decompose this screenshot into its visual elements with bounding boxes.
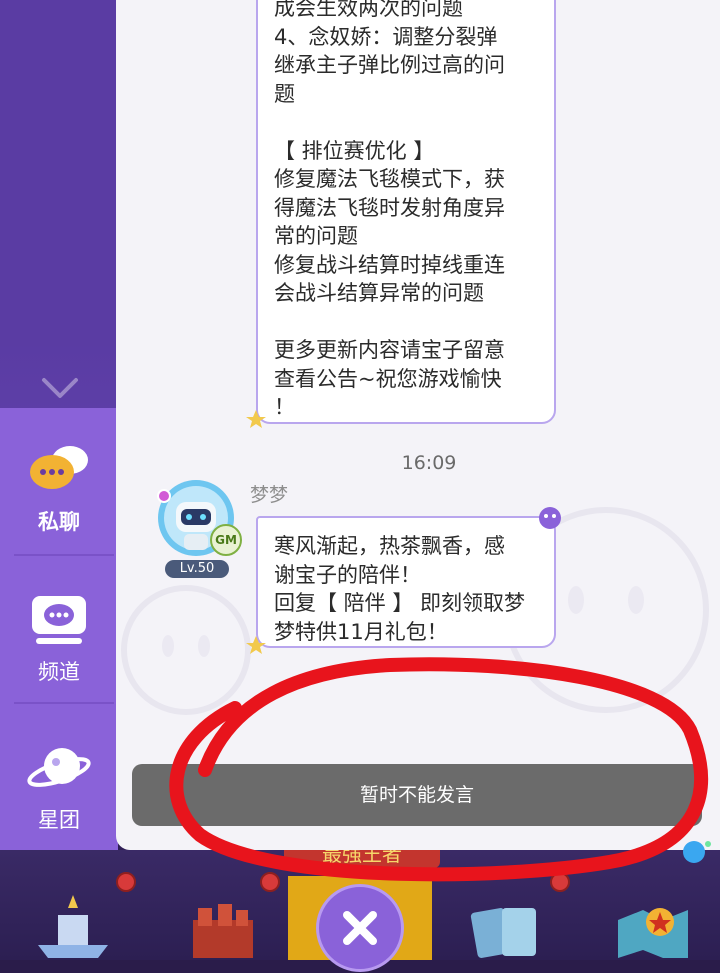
map-dock-icon[interactable] (608, 890, 698, 960)
message-line: 题 (274, 81, 295, 106)
sidebar-item-star-group[interactable]: 星团 (0, 708, 118, 856)
message-line: 寒风渐起，热茶飘香，感 (274, 534, 505, 558)
private-chat-icon (30, 446, 88, 489)
channel-icon (32, 596, 86, 644)
message-line: 【 排位赛优化 】 (274, 138, 435, 163)
message-line: 4、念奴娇：调整分裂弹 (274, 24, 498, 49)
chat-message-bubble: 寒风渐起，热茶飘香，感 谢宝子的陪伴！ 回复【 陪伴 】 即刻领取梦 梦特供11月礼包… (256, 516, 556, 648)
message-line: 常的问题 (274, 224, 358, 248)
message-line: 谢宝子的陪伴！ (274, 562, 421, 587)
gift-crate-icon[interactable] (178, 890, 268, 960)
message-line: 查看公告~祝您游戏愉快 (274, 366, 502, 391)
collapse-sidebar-button[interactable] (38, 370, 82, 406)
star-icon (246, 636, 266, 654)
background-mascot-decoration (121, 585, 251, 715)
gm-badge: GM (210, 524, 242, 556)
chat-input-disabled: 暂时不能发言 (132, 764, 702, 826)
planet-icon (27, 748, 91, 787)
sidebar-item-channel[interactable]: 频道 (0, 560, 118, 708)
message-line: 会战斗结算异常的问题 (274, 281, 484, 305)
message-text: 成会生效两次的问题 4、念奴娇：调整分裂弹 继承主子弹比例过高的问题【 排位赛优化 … (274, 0, 538, 422)
message-line: 继承主子弹比例过高的问 (274, 53, 505, 77)
sidebar-item-private-chat[interactable]: 私聊 (0, 410, 118, 558)
avatar[interactable]: GM (156, 476, 242, 562)
message-line: 梦特供11月礼包！ (274, 619, 448, 644)
close-icon (343, 911, 377, 945)
purple-mascot-icon (539, 507, 561, 529)
message-timestamp: 16:09 (401, 452, 457, 474)
message-text: 寒风渐起，热茶飘香，感 谢宝子的陪伴！ 回复【 陪伴 】 即刻领取梦 梦特供11月礼包… (274, 518, 538, 646)
close-button[interactable] (316, 884, 404, 972)
cards-dock-icon[interactable] (462, 890, 552, 960)
notification-dot (116, 872, 136, 892)
message-line: ！ (274, 395, 295, 419)
divider (14, 554, 114, 556)
notification-dot (260, 872, 280, 892)
chat-panel: 成会生效两次的问题 4、念奴娇：调整分裂弹 继承主子弹比例过高的问题【 排位赛优化 … (116, 0, 720, 850)
level-badge: Lv.50 (165, 560, 229, 578)
bubble-decoration (683, 841, 711, 863)
chevron-down-icon (42, 378, 78, 398)
message-line: 得魔法飞毯时发射角度异 (274, 195, 505, 220)
chat-message-bubble: 成会生效两次的问题 4、念奴娇：调整分裂弹 继承主子弹比例过高的问题【 排位赛优化 … (256, 0, 556, 424)
message-line: 更多更新内容请宝子留意 (274, 338, 505, 362)
message-line: 修复战斗结算时掉线重连 (274, 252, 505, 277)
message-line: 修复魔法飞毯模式下，获 (274, 167, 505, 191)
sidebar-item-label: 频道 (38, 660, 80, 684)
sender-name: 梦梦 (250, 484, 289, 506)
notification-dot (550, 872, 570, 892)
message-line: 回复【 陪伴 】 即刻领取梦 (274, 591, 526, 615)
divider (14, 702, 114, 704)
ship-dock-icon[interactable] (28, 890, 118, 960)
sidebar-item-label: 星团 (38, 808, 80, 832)
message-line: 成会生效两次的问题 (274, 0, 463, 20)
star-icon (246, 410, 266, 428)
sidebar-item-label: 私聊 (38, 510, 80, 534)
